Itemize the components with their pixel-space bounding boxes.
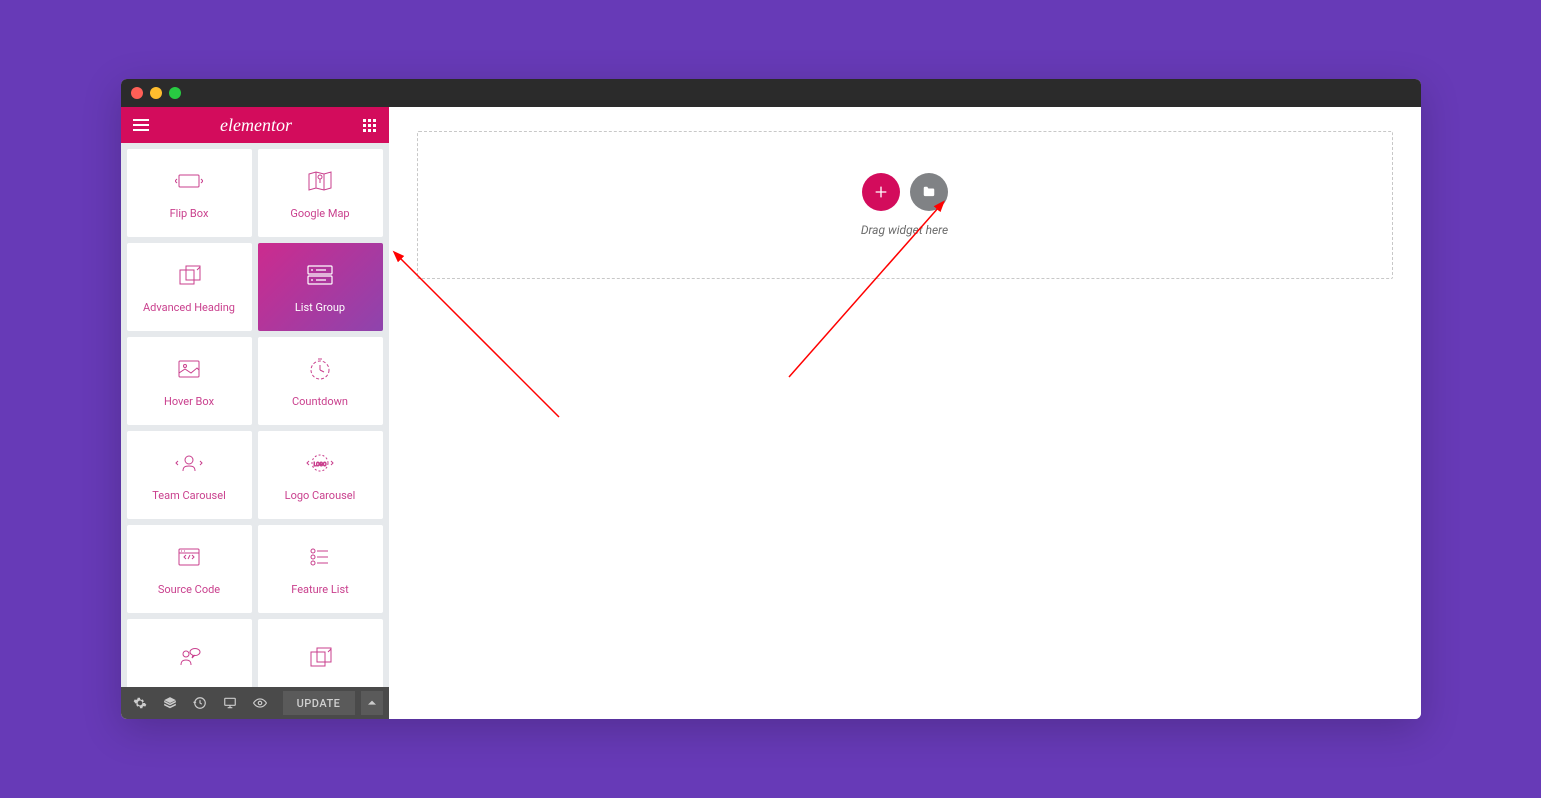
apps-grid-icon[interactable] <box>363 119 376 132</box>
widget-hover-box[interactable]: Hover Box <box>127 337 252 425</box>
source-code-icon <box>173 543 205 571</box>
widget-advanced-heading[interactable]: Advanced Heading <box>127 243 252 331</box>
widget-label: Hover Box <box>164 395 214 408</box>
drop-actions <box>862 173 948 211</box>
widget-label: Countdown <box>292 395 348 408</box>
widget-google-map[interactable]: Google Map <box>258 149 383 237</box>
google-map-icon <box>304 167 336 195</box>
editor-sidebar: elementor Flip Box Google Map <box>121 107 389 719</box>
team-carousel-icon <box>173 449 205 477</box>
hamburger-menu-icon[interactable] <box>133 119 149 131</box>
logo-carousel-icon: LOGO <box>304 449 336 477</box>
advanced-toggle-icon <box>304 643 336 671</box>
testimonial-icon <box>173 643 205 671</box>
update-button[interactable]: UPDATE <box>283 691 355 715</box>
flip-box-icon <box>173 167 205 195</box>
add-template-button[interactable] <box>910 173 948 211</box>
window-maximize-icon[interactable] <box>169 87 181 99</box>
widget-flip-box[interactable]: Flip Box <box>127 149 252 237</box>
app-logo: elementor <box>220 115 292 136</box>
history-icon[interactable] <box>187 690 213 716</box>
hover-box-icon <box>173 355 205 383</box>
widget-countdown[interactable]: Countdown <box>258 337 383 425</box>
drop-zone[interactable]: Drag widget here <box>417 131 1393 279</box>
widget-label: Flip Box <box>170 207 209 220</box>
sidebar-footer: UPDATE <box>121 687 389 719</box>
responsive-icon[interactable] <box>217 690 243 716</box>
widget-label: Advanced Heading <box>143 301 235 314</box>
feature-list-icon <box>304 543 336 571</box>
countdown-icon <box>304 355 336 383</box>
list-group-icon <box>304 261 336 289</box>
widget-label: List Group <box>295 301 345 314</box>
widget-source-code[interactable]: Source Code <box>127 525 252 613</box>
add-section-button[interactable] <box>862 173 900 211</box>
widget-advanced-toggle[interactable] <box>258 619 383 687</box>
widget-label: Feature List <box>291 583 349 596</box>
sidebar-header: elementor <box>121 107 389 143</box>
update-options-icon[interactable] <box>361 691 383 715</box>
editor-canvas[interactable]: Drag widget here <box>389 107 1421 719</box>
navigator-icon[interactable] <box>157 690 183 716</box>
widget-label: Logo Carousel <box>285 489 356 502</box>
settings-icon[interactable] <box>127 690 153 716</box>
widget-testimonial[interactable] <box>127 619 252 687</box>
widget-label: Team Carousel <box>152 489 226 502</box>
widget-feature-list[interactable]: Feature List <box>258 525 383 613</box>
widget-list[interactable]: Flip Box Google Map Advanced Heading <box>121 143 389 687</box>
app-content: elementor Flip Box Google Map <box>121 107 1421 719</box>
widget-team-carousel[interactable]: Team Carousel <box>127 431 252 519</box>
browser-window: elementor Flip Box Google Map <box>121 79 1421 719</box>
window-minimize-icon[interactable] <box>150 87 162 99</box>
svg-text:LOGO: LOGO <box>314 462 327 468</box>
drop-hint: Drag widget here <box>861 223 948 237</box>
window-close-icon[interactable] <box>131 87 143 99</box>
widget-logo-carousel[interactable]: LOGO Logo Carousel <box>258 431 383 519</box>
preview-icon[interactable] <box>247 690 273 716</box>
window-titlebar <box>121 79 1421 107</box>
widget-label: Google Map <box>290 207 349 220</box>
widget-list-group[interactable]: List Group <box>258 243 383 331</box>
advanced-heading-icon <box>173 261 205 289</box>
widget-label: Source Code <box>158 583 220 596</box>
